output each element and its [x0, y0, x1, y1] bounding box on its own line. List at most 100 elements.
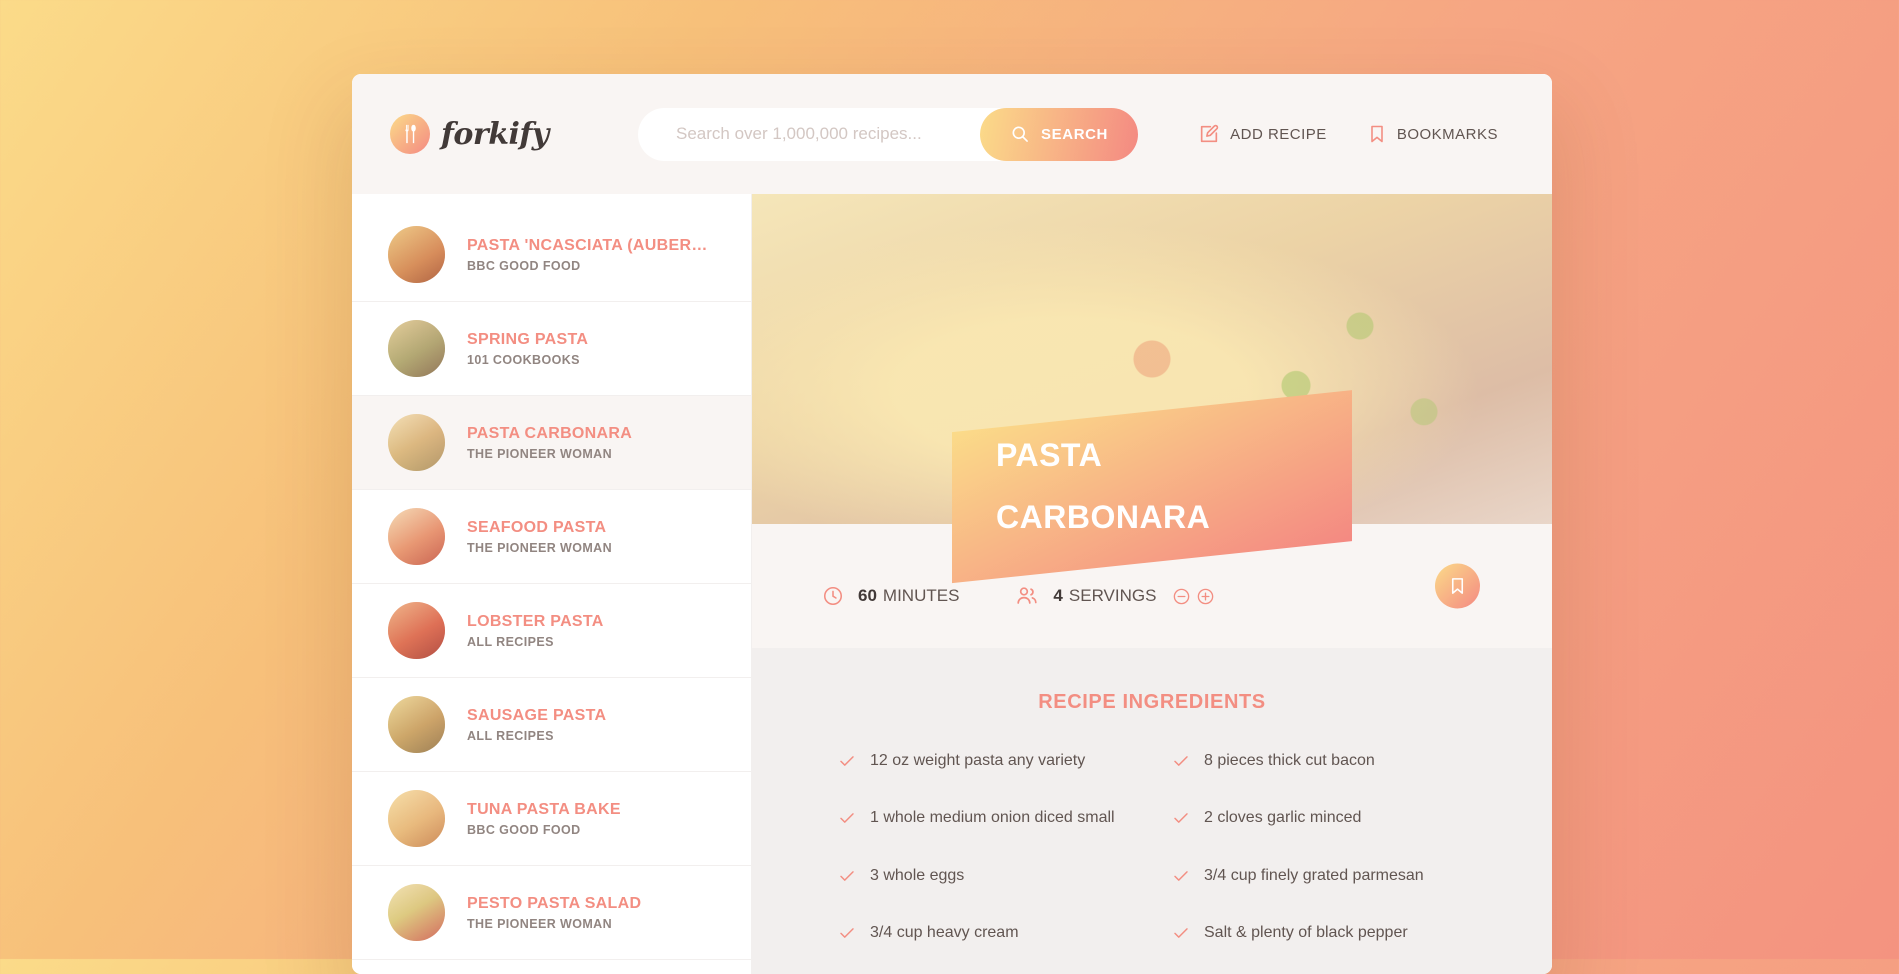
decrease-servings-button[interactable] — [1172, 587, 1191, 606]
ingredient-item: 12 oz weight pasta any variety — [838, 750, 1132, 777]
servings-stepper — [1172, 587, 1215, 606]
search-input[interactable] — [676, 124, 966, 144]
ingredient-list: 12 oz weight pasta any variety 8 pieces t… — [822, 750, 1482, 974]
result-title: LOBSTER PASTA — [467, 612, 604, 630]
recipe-thumbnail — [388, 226, 445, 283]
recipe-thumbnail — [388, 508, 445, 565]
ingredient-text: 3/4 cup heavy cream — [870, 924, 1019, 942]
result-link[interactable]: PASTA 'NCASCIATA (AUBERGINE ... BBC GOOD … — [352, 208, 751, 302]
header: forkify SEARCH — [352, 74, 1552, 194]
ingredient-text: 2 cloves garlic minced — [1204, 809, 1362, 827]
list-item[interactable]: PESTO PASTA SALAD THE PIONEER WOMAN — [352, 866, 751, 960]
ingredient-item: 3/4 cup finely grated parmesan — [1172, 865, 1466, 892]
recipe-thumbnail — [388, 414, 445, 471]
result-link[interactable]: PASTA CARBONARA THE PIONEER WOMAN — [352, 396, 751, 490]
ingredient-item: Salt & plenty of black pepper — [1172, 922, 1466, 949]
result-publisher: BBC GOOD FOOD — [467, 258, 581, 273]
header-nav: ADD RECIPE BOOKMARKS — [1182, 110, 1514, 158]
ingredient-text: 8 pieces thick cut bacon — [1204, 752, 1375, 769]
list-item[interactable]: TUNA PASTA BAKE BBC GOOD FOOD — [352, 772, 751, 866]
add-recipe-label: ADD RECIPE — [1230, 125, 1327, 143]
ingredient-text: 3/4 cup finely grated parmesan — [1204, 866, 1424, 884]
result-title: SAUSAGE PASTA — [467, 706, 607, 724]
result-text: PASTA CARBONARA THE PIONEER WOMAN — [467, 425, 632, 461]
result-text: PESTO PASTA SALAD THE PIONEER WOMAN — [467, 895, 641, 931]
ingredient-text: Salt & plenty of black pepper — [1204, 924, 1408, 942]
result-publisher: 101 COOKBOOKS — [467, 352, 580, 367]
ingredient-text: 12 oz weight pasta any variety — [870, 752, 1086, 769]
list-item[interactable]: LOBSTER PASTA ALL RECIPES — [352, 584, 751, 678]
ingredient-item: 3/4 cup heavy cream — [838, 922, 1132, 949]
bookmarks-button[interactable]: BOOKMARKS — [1351, 111, 1514, 157]
list-item[interactable]: SPRING PASTA 101 COOKBOOKS — [352, 302, 751, 396]
recipe-servings: 4 SERVINGS — [1015, 584, 1215, 608]
app-window: forkify SEARCH — [352, 74, 1552, 974]
ingredient-item: 3 whole eggs — [838, 865, 1132, 892]
result-title: PESTO PASTA SALAD — [467, 894, 642, 912]
bookmark-icon — [1367, 124, 1387, 144]
result-link[interactable]: SPRING PASTA 101 COOKBOOKS — [352, 302, 751, 396]
bookmarks-label: BOOKMARKS — [1396, 125, 1498, 143]
result-publisher: BBC GOOD FOOD — [467, 822, 581, 837]
results-list: PASTA 'NCASCIATA (AUBERGINE ... BBC GOOD … — [352, 208, 751, 974]
search-icon — [1010, 124, 1030, 144]
recipe-thumbnail — [388, 884, 445, 941]
users-icon — [1015, 584, 1039, 608]
logo-text: forkify — [441, 116, 549, 152]
ingredient-item: 8 pieces thick cut bacon — [1172, 750, 1466, 777]
recipe-thumbnail — [388, 696, 445, 753]
result-title: PASTA CARBONARA — [467, 424, 633, 442]
check-icon — [838, 867, 856, 892]
result-title: SEAFOOD PASTA — [467, 518, 607, 536]
logo[interactable]: forkify — [390, 114, 638, 154]
fork-spoon-icon — [390, 114, 430, 154]
result-publisher: ALL RECIPES — [467, 728, 554, 743]
add-recipe-button[interactable]: ADD RECIPE — [1182, 110, 1343, 158]
recipe-thumbnail — [388, 790, 445, 847]
increase-servings-button[interactable] — [1196, 587, 1215, 606]
list-item[interactable]: PASTA WITH PANCETTA AND LEE... — [352, 960, 751, 974]
recipe-thumbnail — [388, 320, 445, 377]
ingredients-heading: RECIPE INGREDIENTS — [1038, 691, 1266, 713]
check-icon — [838, 752, 856, 777]
ingredient-text: 3 whole eggs — [870, 866, 965, 884]
result-link[interactable]: TUNA PASTA BAKE BBC GOOD FOOD — [352, 772, 751, 866]
result-link[interactable]: PESTO PASTA SALAD THE PIONEER WOMAN — [352, 866, 751, 960]
check-icon — [1172, 752, 1190, 777]
app-body: PASTA 'NCASCIATA (AUBERGINE ... BBC GOOD … — [352, 194, 1552, 974]
result-publisher: THE PIONEER WOMAN — [467, 446, 612, 461]
result-link[interactable]: LOBSTER PASTA ALL RECIPES — [352, 584, 751, 678]
result-link[interactable]: SEAFOOD PASTA THE PIONEER WOMAN — [352, 490, 751, 584]
result-publisher: THE PIONEER WOMAN — [467, 540, 612, 555]
recipe-time-unit: MINUTES — [882, 586, 960, 605]
ingredient-item: 2 cloves garlic minced — [1172, 807, 1466, 834]
search-button-label: SEARCH — [1041, 125, 1108, 143]
ingredient-item: 1 whole medium onion diced small — [838, 807, 1132, 834]
search-form[interactable]: SEARCH — [638, 107, 1138, 161]
list-item[interactable]: PASTA 'NCASCIATA (AUBERGINE ... BBC GOOD … — [352, 208, 751, 302]
recipe-thumbnail — [388, 602, 445, 659]
list-item[interactable]: SEAFOOD PASTA THE PIONEER WOMAN — [352, 490, 751, 584]
result-text: SPRING PASTA 101 COOKBOOKS — [467, 331, 588, 367]
result-title: PASTA 'NCASCIATA (AUBERGINE ... — [467, 236, 715, 254]
search-button[interactable]: SEARCH — [980, 107, 1138, 161]
minus-circle-icon — [1172, 587, 1191, 606]
check-icon — [1172, 867, 1190, 892]
check-icon — [1172, 924, 1190, 949]
result-text: LOBSTER PASTA ALL RECIPES — [467, 613, 604, 649]
result-title: SPRING PASTA — [467, 330, 589, 348]
result-text: SAUSAGE PASTA ALL RECIPES — [467, 707, 606, 743]
recipe-panel: PASTA CARBONARA 60 MINUTES 4 SERVINGS RE… — [752, 194, 1552, 974]
result-link[interactable]: SAUSAGE PASTA ALL RECIPES — [352, 678, 751, 772]
list-item[interactable]: SAUSAGE PASTA ALL RECIPES — [352, 678, 751, 772]
recipe-servings-value: 4 — [1053, 586, 1063, 605]
bookmark-icon — [1448, 577, 1467, 596]
result-text: PASTA 'NCASCIATA (AUBERGINE ... BBC GOOD … — [467, 237, 715, 273]
check-icon — [1172, 809, 1190, 834]
search-results-sidebar[interactable]: PASTA 'NCASCIATA (AUBERGINE ... BBC GOOD … — [352, 194, 752, 974]
result-link[interactable]: PASTA WITH PANCETTA AND LEE... — [352, 960, 751, 974]
result-text: SEAFOOD PASTA THE PIONEER WOMAN — [467, 519, 612, 555]
bookmark-recipe-button[interactable] — [1435, 563, 1480, 609]
list-item[interactable]: PASTA CARBONARA THE PIONEER WOMAN — [352, 396, 751, 490]
result-publisher: ALL RECIPES — [467, 634, 554, 649]
